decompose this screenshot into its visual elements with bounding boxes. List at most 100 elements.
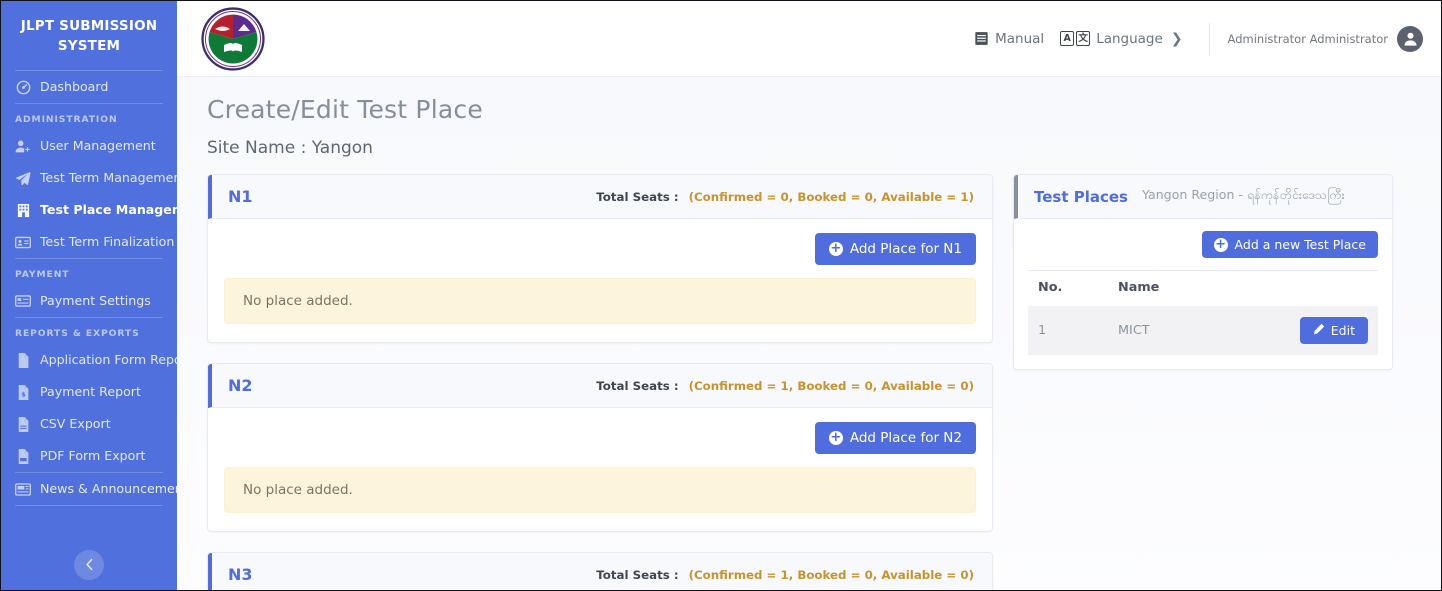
- sidebar-section-reports-exports: REPORTS & EXPORTS: [15, 328, 140, 340]
- column-header-name: Name: [1108, 270, 1215, 306]
- sidebar-item-label: News & Announcement: [40, 481, 177, 497]
- svg-text:$: $: [21, 390, 26, 398]
- site-name-label: Site Name : Yangon: [207, 138, 373, 158]
- manual-label: Manual: [995, 30, 1045, 47]
- add-place-button-label: Add Place for N1: [849, 241, 962, 257]
- file-dollar-icon: $: [15, 384, 31, 400]
- manual-link[interactable]: Manual: [966, 27, 1052, 51]
- sidebar-item-test-term-management[interactable]: Test Term Management: [1, 162, 177, 194]
- id-card-icon: [15, 234, 31, 250]
- sidebar-item-csv-export[interactable]: CSV Export: [1, 408, 177, 440]
- user-name-label: Administrator Administrator: [1227, 31, 1388, 46]
- plus-circle-icon: +: [828, 430, 843, 445]
- test-places-panel: Test Places Yangon Region - ရန်ကုန်တိုင်…: [1013, 174, 1393, 370]
- level-card-body: + Add Place for N1 No place added.: [208, 219, 992, 342]
- seat-summary-label: Total Seats :: [596, 189, 679, 204]
- user-avatar-icon: [1397, 25, 1423, 52]
- sidebar-item-label: Payment Settings: [40, 293, 151, 309]
- page-content: Create/Edit Test Place Site Name : Yango…: [177, 77, 1441, 590]
- add-place-button-label: Add Place for N2: [849, 430, 962, 446]
- header-actions: Manual A文 Language ❯ Administrator Admin…: [966, 22, 1423, 55]
- language-label: Language: [1096, 30, 1163, 47]
- header-divider: [1208, 22, 1210, 55]
- plus-circle-icon: +: [828, 241, 843, 256]
- seat-summary-value: (Confirmed = 1, Booked = 0, Available = …: [688, 567, 974, 582]
- seat-summary: Total Seats : (Confirmed = 1, Booked = 0…: [596, 568, 974, 582]
- user-menu[interactable]: Administrator Administrator: [1227, 25, 1423, 52]
- main-area: Manual A文 Language ❯ Administrator Admin…: [177, 1, 1441, 590]
- sidebar-section-payment: PAYMENT: [15, 269, 70, 281]
- add-place-button-n2[interactable]: + Add Place for N2: [814, 422, 976, 454]
- app-window: JLPT SUBMISSION SYSTEM Dashboard ADMINIS…: [0, 0, 1442, 591]
- seat-summary-label: Total Seats :: [596, 378, 679, 393]
- building-icon: [15, 202, 31, 218]
- level-name: N2: [228, 376, 253, 395]
- test-places-body: + Add a new Test Place No. Name 1 MICT E…: [1014, 219, 1392, 369]
- sidebar-section-administration: ADMINISTRATION: [15, 114, 118, 126]
- translate-icon: A文: [1060, 31, 1091, 46]
- top-header: Manual A文 Language ❯ Administrator Admin…: [177, 1, 1441, 77]
- seat-summary-value: (Confirmed = 1, Booked = 0, Available = …: [688, 378, 974, 393]
- paper-plane-icon: [15, 170, 31, 186]
- edit-test-place-button[interactable]: Edit: [1299, 317, 1368, 344]
- news-icon: [15, 481, 31, 497]
- sidebar-item-label: Test Term Management: [40, 170, 177, 186]
- level-card-header: N1 Total Seats : (Confirmed = 0, Booked …: [208, 175, 992, 219]
- app-brand-title: JLPT SUBMISSION SYSTEM: [20, 18, 158, 54]
- seat-summary: Total Seats : (Confirmed = 1, Booked = 0…: [596, 379, 974, 393]
- file-csv-icon: [15, 416, 31, 432]
- sidebar-item-pdf-form-export[interactable]: PDF Form Export: [1, 440, 177, 472]
- pencil-icon: [1313, 323, 1325, 338]
- sidebar: JLPT SUBMISSION SYSTEM Dashboard ADMINIS…: [1, 1, 177, 590]
- seat-summary: Total Seats : (Confirmed = 0, Booked = 0…: [596, 190, 974, 204]
- add-new-test-place-button[interactable]: + Add a new Test Place: [1201, 231, 1378, 258]
- empty-places-alert: No place added.: [224, 278, 976, 324]
- sidebar-item-label: Payment Report: [40, 384, 141, 400]
- sidebar-item-payment-report[interactable]: $ Payment Report: [1, 376, 177, 408]
- page-title: Create/Edit Test Place: [207, 95, 483, 124]
- cell-actions: Edit: [1214, 306, 1378, 355]
- table-head: No. Name: [1028, 270, 1378, 306]
- level-card-n2: N2 Total Seats : (Confirmed = 1, Booked …: [207, 363, 993, 532]
- book-icon: [974, 31, 989, 46]
- cell-no: 1: [1028, 306, 1108, 355]
- file-pdf-icon: [15, 448, 31, 464]
- sidebar-item-payment-settings[interactable]: Payment Settings: [1, 285, 177, 317]
- user-add-icon: [15, 138, 31, 154]
- add-new-test-place-label: Add a new Test Place: [1234, 237, 1366, 252]
- ministry-seal-logo: [201, 6, 265, 71]
- sidebar-item-news-announcement[interactable]: News & Announcement: [1, 473, 177, 505]
- level-cards-column: N1 Total Seats : (Confirmed = 0, Booked …: [207, 174, 993, 590]
- table-header-row: No. Name: [1028, 270, 1378, 306]
- chevron-right-icon: ❯: [1170, 30, 1183, 47]
- add-place-button-n1[interactable]: + Add Place for N1: [814, 233, 976, 265]
- sidebar-item-label: User Management: [40, 138, 156, 154]
- column-header-actions: [1214, 270, 1378, 306]
- column-header-no: No.: [1028, 270, 1108, 306]
- sidebar-item-application-form-report[interactable]: Application Form Report: [1, 344, 177, 376]
- seat-summary-value: (Confirmed = 0, Booked = 0, Available = …: [688, 189, 974, 204]
- sidebar-item-user-management[interactable]: User Management: [1, 130, 177, 162]
- table-row[interactable]: 1 MICT Edit: [1028, 306, 1378, 355]
- level-card-body: + Add Place for N2 No place added.: [208, 408, 992, 531]
- sidebar-item-label: Dashboard: [40, 79, 109, 95]
- sidebar-item-label: CSV Export: [40, 416, 111, 432]
- sidebar-item-label: Test Term Finalization: [40, 234, 175, 250]
- empty-places-alert: No place added.: [224, 467, 976, 513]
- level-card-header: N3 Total Seats : (Confirmed = 1, Booked …: [208, 553, 992, 590]
- sidebar-item-test-place-management[interactable]: Test Place Management: [1, 194, 177, 226]
- sidebar-item-dashboard[interactable]: Dashboard: [1, 71, 177, 103]
- sidebar-collapse-button[interactable]: [74, 550, 104, 580]
- level-card-n1: N1 Total Seats : (Confirmed = 0, Booked …: [207, 174, 993, 343]
- seat-summary-label: Total Seats :: [596, 567, 679, 582]
- table-body: 1 MICT Edit: [1028, 306, 1378, 355]
- sidebar-item-test-term-finalization[interactable]: Test Term Finalization: [1, 226, 177, 258]
- sidebar-item-label: Test Place Management: [40, 202, 177, 218]
- plus-circle-icon: +: [1213, 236, 1228, 252]
- level-name: N1: [228, 187, 253, 206]
- level-actions: + Add Place for N2: [224, 422, 976, 454]
- test-places-title: Test Places: [1034, 187, 1128, 206]
- level-card-header: N2 Total Seats : (Confirmed = 1, Booked …: [208, 364, 992, 408]
- content-columns: N1 Total Seats : (Confirmed = 0, Booked …: [207, 174, 1413, 590]
- language-selector[interactable]: A文 Language ❯: [1052, 27, 1190, 51]
